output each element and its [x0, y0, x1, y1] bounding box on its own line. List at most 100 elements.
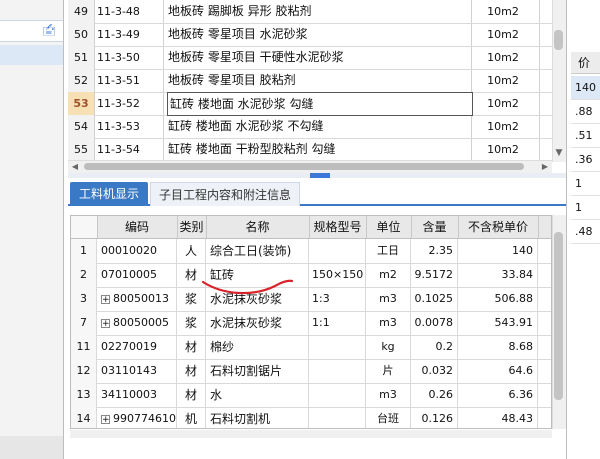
material-price: 8.68: [458, 335, 538, 359]
material-spec: [309, 239, 366, 263]
table-row[interactable]: 49 11-3-48 地板砖 踢脚板 异形 胶粘剂 10m2: [68, 0, 552, 24]
material-price: 6.36: [458, 383, 538, 407]
add-item-icon[interactable]: 🖆: [42, 24, 56, 38]
table-row[interactable]: 2 07010005 材 缸砖 150×150 m2 9.5172 33.84: [71, 263, 551, 288]
material-unit: 台班: [366, 407, 411, 428]
lower-vertical-scroll-thumb[interactable]: [554, 232, 563, 400]
header-quantity[interactable]: 含量: [411, 216, 459, 238]
row-number: 7: [71, 311, 97, 335]
header-price[interactable]: 不含税单价: [458, 216, 539, 238]
expand-icon[interactable]: +: [101, 318, 110, 328]
material-quantity: 9.5172: [411, 263, 458, 287]
expand-icon[interactable]: +: [101, 294, 110, 304]
expand-icon[interactable]: +: [101, 414, 110, 424]
scroll-down-icon[interactable]: ▼: [552, 146, 566, 160]
material-code: 990774610: [113, 412, 176, 425]
quota-name: 地板砖 零星项目 水泥砂浆: [168, 27, 308, 41]
material-price: 64.6: [458, 359, 538, 383]
material-spec: 1:1: [309, 311, 366, 335]
tab-work-content-notes[interactable]: 子目工程内容和附注信息: [150, 182, 300, 206]
table-row[interactable]: 50 11-3-49 地板砖 零星项目 水泥砂浆 10m2: [68, 23, 552, 47]
quota-code: 11-3-51: [97, 74, 140, 87]
table-row[interactable]: 12 03110143 材 石料切割锯片 片 0.032 64.6: [71, 359, 551, 384]
material-quantity: 0.1025: [411, 287, 458, 311]
material-unit: m2: [366, 263, 411, 287]
material-price: 543.91: [458, 311, 538, 335]
scroll-left-icon[interactable]: ◀: [68, 160, 82, 173]
material-type: 机: [177, 407, 206, 428]
right-price-cell[interactable]: 140: [571, 76, 600, 100]
right-price-cell[interactable]: .51: [571, 124, 600, 148]
upper-vertical-scroll-thumb[interactable]: [554, 30, 563, 50]
row-number: 14: [71, 407, 97, 428]
quota-name: 缸砖 楼地面 水泥砂浆 不勾缝: [168, 119, 324, 133]
left-search-field[interactable]: 🖆: [0, 20, 63, 42]
table-row[interactable]: 7 +80050005 浆 水泥抹灰砂浆 1:1 m3 0.0078 543.9…: [71, 311, 551, 336]
material-spec: 150×150: [309, 263, 366, 287]
row-number: 54: [68, 115, 95, 138]
table-row[interactable]: 51 11-3-50 地板砖 零星项目 干硬性水泥砂浆 10m2: [68, 46, 552, 70]
table-row[interactable]: 13 34110003 材 水 m3 0.26 6.36: [71, 383, 551, 408]
material-name: 石料切割机: [206, 407, 309, 428]
row-number: 3: [71, 287, 97, 311]
quota-unit: 10m2: [487, 143, 519, 156]
material-price: 48.43: [458, 407, 538, 428]
quota-code: 11-3-52: [97, 97, 140, 110]
quota-unit: 10m2: [487, 51, 519, 64]
row-number: 2: [71, 263, 97, 287]
row-number: 12: [71, 359, 97, 383]
row-number: 49: [68, 0, 95, 23]
material-price: 140: [458, 239, 538, 263]
table-row[interactable]: 1 00010020 人 综合工日(装饰) 工日 2.35 140: [71, 239, 551, 264]
lower-horizontal-scrollbar[interactable]: [70, 430, 552, 438]
header-spec[interactable]: 规格型号: [309, 216, 367, 238]
material-quantity: 0.126: [411, 407, 458, 428]
header-type[interactable]: 类别: [177, 216, 207, 238]
material-name: 棉纱: [206, 335, 309, 359]
quota-unit: 10m2: [487, 28, 519, 41]
left-footer: [0, 436, 63, 459]
row-number: 13: [71, 383, 97, 407]
material-name: 石料切割锯片: [206, 359, 309, 383]
quota-unit: 10m2: [487, 74, 519, 87]
header-name[interactable]: 名称: [206, 216, 310, 238]
right-price-cell[interactable]: .88: [571, 100, 600, 124]
right-price-cell[interactable]: .48: [571, 220, 600, 244]
header-unit[interactable]: 单位: [366, 216, 412, 238]
quota-name: 地板砖 零星项目 干硬性水泥砂浆: [168, 50, 344, 64]
upper-horizontal-scroll-thumb[interactable]: [84, 163, 524, 170]
row-number: 55: [68, 138, 95, 161]
upper-vertical-scrollbar[interactable]: [552, 0, 566, 162]
material-code: 80050005: [113, 316, 169, 329]
quota-unit: 10m2: [487, 5, 519, 18]
material-code: 02270019: [97, 335, 177, 359]
material-spec: 1:3: [309, 287, 366, 311]
tab-materials-display[interactable]: 工料机显示: [70, 182, 148, 206]
header-code[interactable]: 编码: [97, 216, 178, 238]
material-type: 人: [177, 239, 206, 263]
row-number: 1: [71, 239, 97, 263]
table-row[interactable]: 11 02270019 材 棉纱 kg 0.2 8.68: [71, 335, 551, 360]
material-code: 07010005: [97, 263, 177, 287]
material-code-cell: +80050013: [97, 287, 177, 311]
table-row[interactable]: 14 +990774610 机 石料切割机 台班 0.126 48.43: [71, 407, 551, 428]
material-code: 03110143: [97, 359, 177, 383]
table-header: 编码 类别 名称 规格型号 单位 含量 不含税单价: [71, 216, 551, 239]
table-row[interactable]: 54 11-3-53 缸砖 楼地面 水泥砂浆 不勾缝 10m2: [68, 115, 552, 139]
material-code: 34110003: [97, 383, 177, 407]
quota-name: 地板砖 踢脚板 异形 胶粘剂: [168, 4, 312, 18]
right-price-cell[interactable]: 1: [571, 172, 600, 196]
row-number: 51: [68, 46, 95, 69]
table-row[interactable]: 52 11-3-51 地板砖 零星项目 胶粘剂 10m2: [68, 69, 552, 93]
right-price-cell[interactable]: 1: [571, 196, 600, 220]
quota-name-edit-cell[interactable]: 缸砖 楼地面 水泥砂浆 勾缝: [167, 92, 473, 116]
table-row[interactable]: 3 +80050013 浆 水泥抹灰砂浆 1:3 m3 0.1025 506.8…: [71, 287, 551, 312]
right-price-cell[interactable]: .36: [571, 148, 600, 172]
table-row[interactable]: 55 11-3-54 缸砖 楼地面 干粉型胶粘剂 勾缝 10m2: [68, 138, 552, 162]
row-number: 52: [68, 69, 95, 92]
quota-code: 11-3-50: [97, 51, 140, 64]
left-selected-item[interactable]: [0, 45, 63, 65]
material-code: 80050013: [113, 292, 169, 305]
scroll-right-icon[interactable]: ▶: [538, 160, 552, 173]
material-name: 水: [206, 383, 309, 407]
